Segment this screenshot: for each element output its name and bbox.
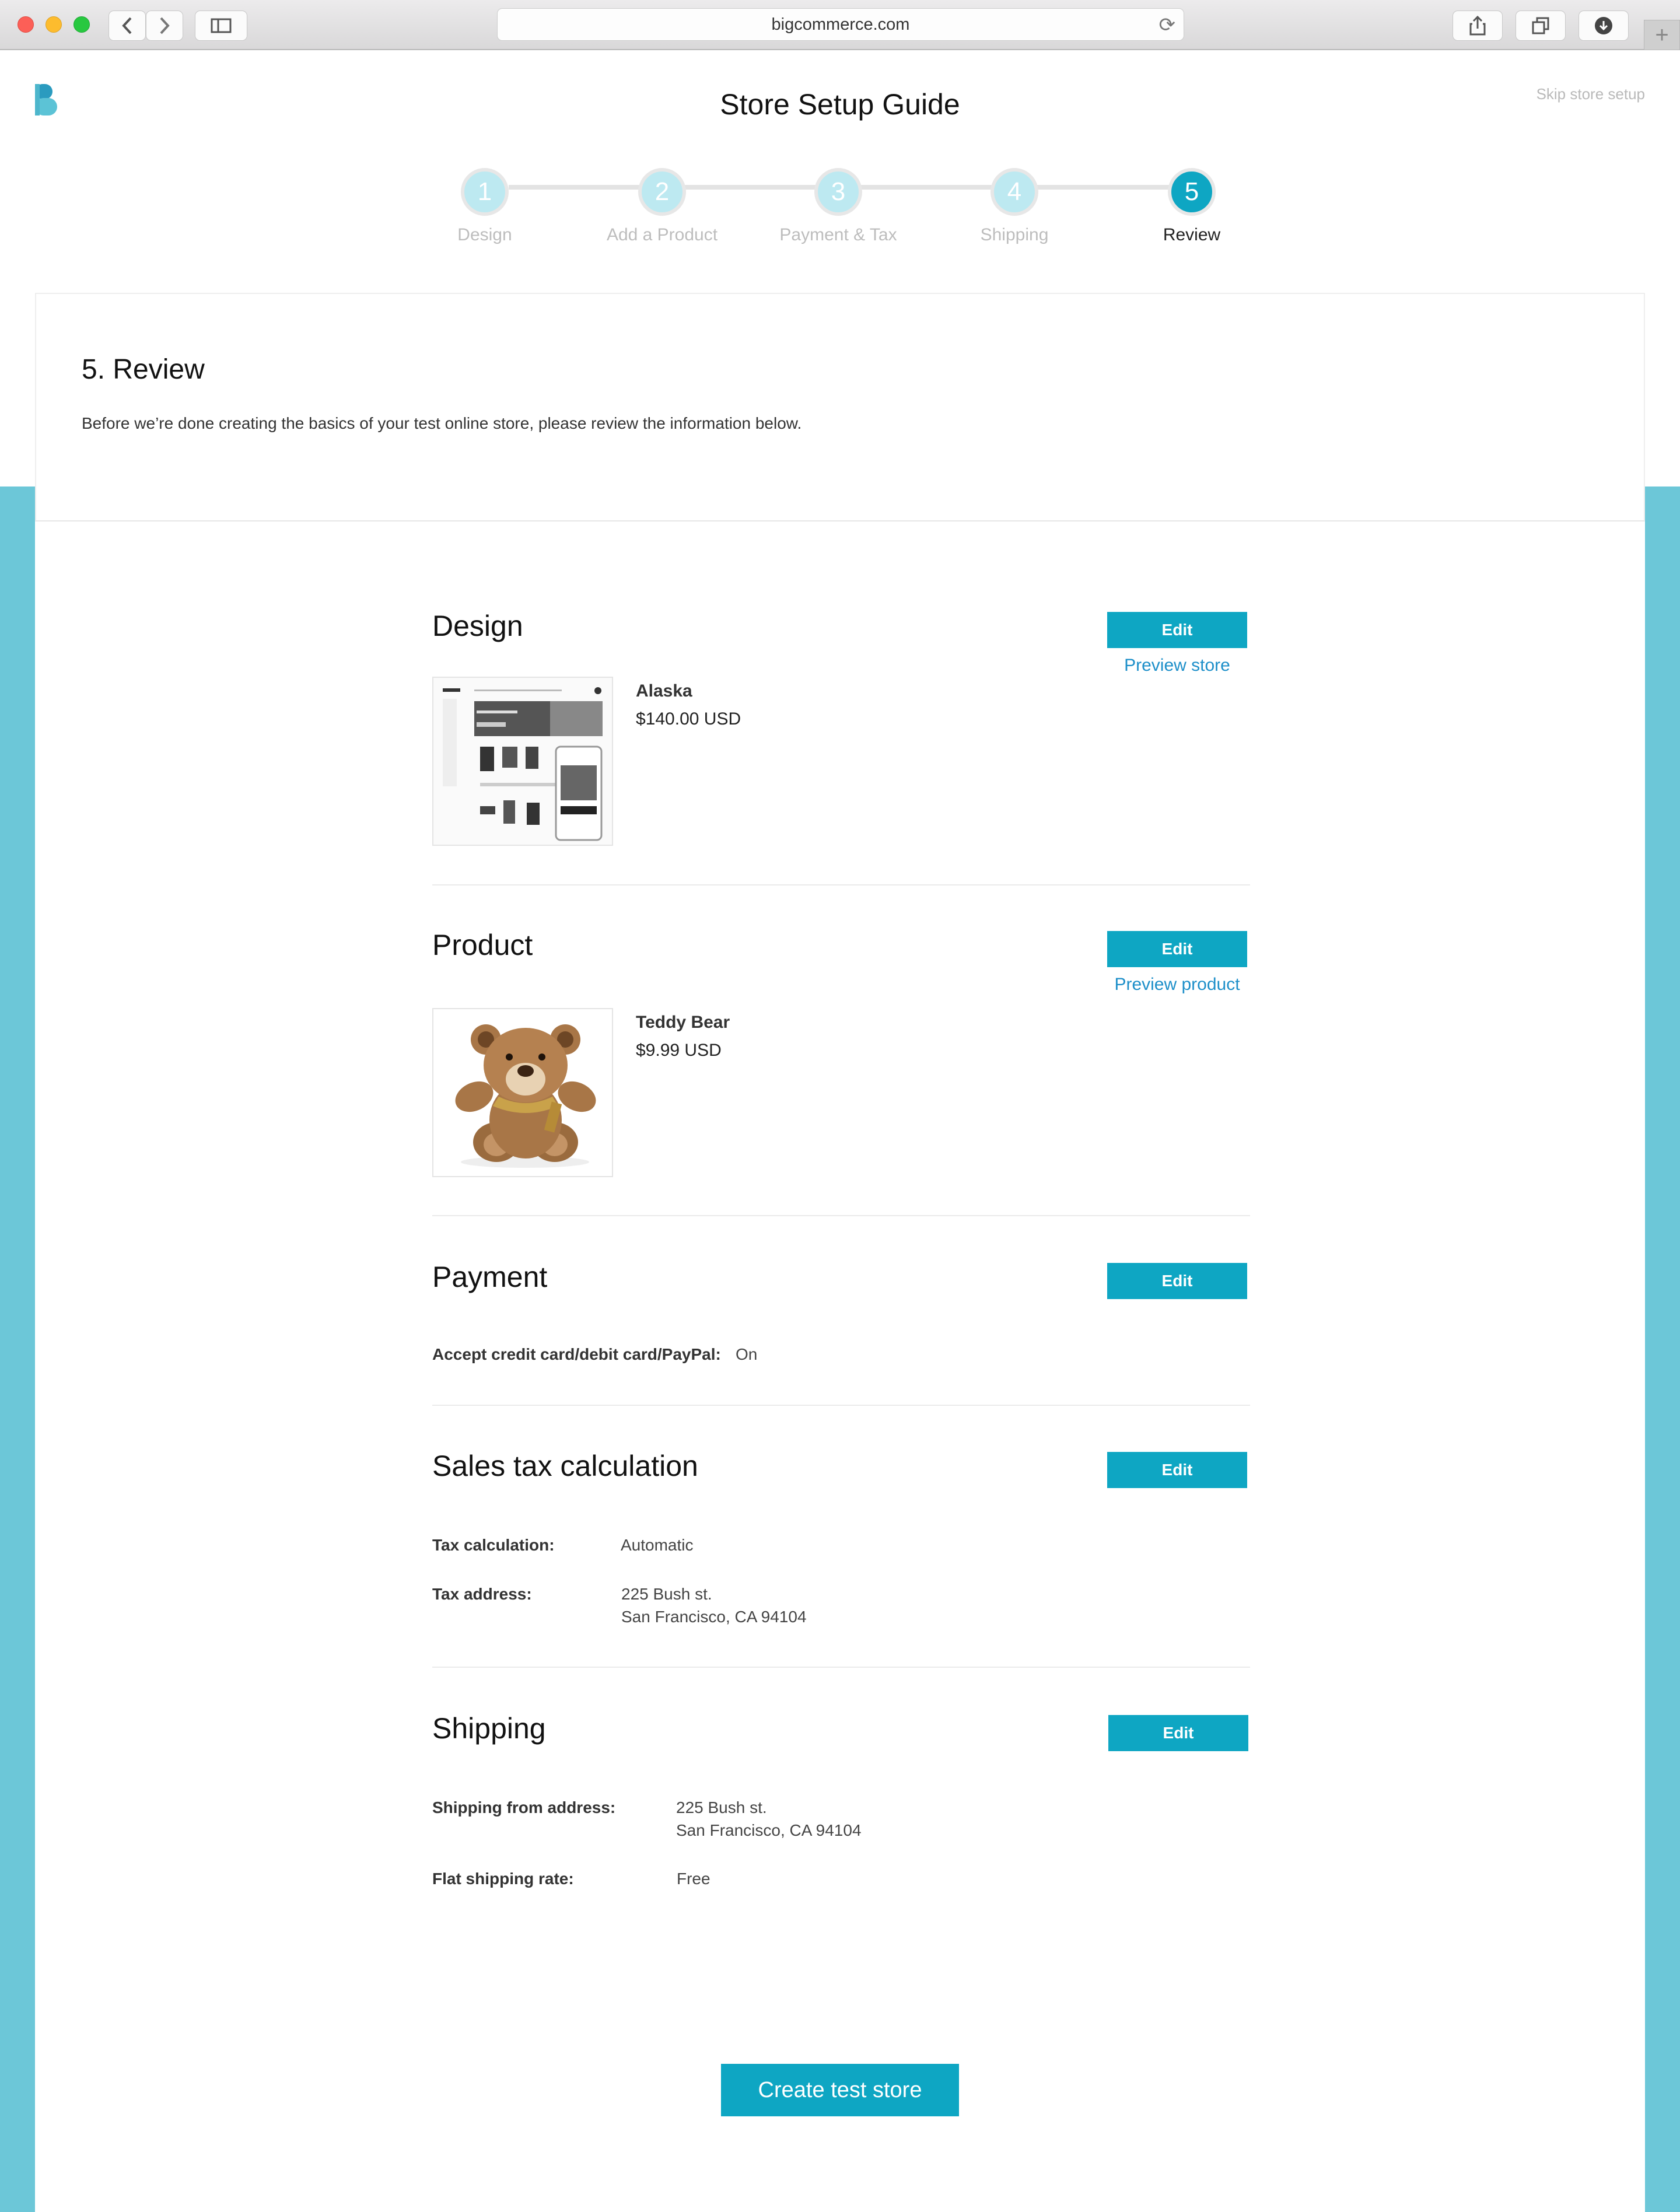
chevron-left-icon [122,17,132,34]
design-edit-button[interactable]: Edit [1107,612,1247,648]
step-3-circle[interactable]: 3 [814,168,862,216]
review-heading: 5. Review [82,354,205,385]
section-divider [432,1405,1250,1406]
create-test-store-button[interactable]: Create test store [721,2064,959,2116]
preview-store-link[interactable]: Preview store [1107,656,1247,676]
sidebar-icon [211,18,232,33]
payment-section-title: Payment [432,1261,548,1293]
step-2-circle[interactable]: 2 [638,168,686,216]
review-content-card [35,522,1645,2212]
payment-methods-value: On [736,1345,758,1363]
tabs-icon [1532,17,1549,34]
shipping-from-label: Shipping from address: [432,1798,616,1817]
share-button[interactable] [1452,10,1503,41]
forward-button[interactable] [146,10,183,41]
product-edit-button[interactable]: Edit [1107,931,1247,967]
flat-rate-label: Flat shipping rate: [432,1870,574,1888]
address-bar[interactable]: bigcommerce.com ⟳ [497,8,1184,41]
shipping-from-line-2: San Francisco, CA 94104 [676,1821,862,1839]
step-1-circle[interactable]: 1 [461,168,509,216]
step-1-label[interactable]: Design [397,225,572,245]
section-divider [432,1215,1250,1216]
back-button[interactable] [108,10,146,41]
zoom-window-button[interactable] [74,16,90,33]
step-3-label[interactable]: Payment & Tax [751,225,926,245]
payment-methods-label: Accept credit card/debit card/PayPal: [432,1345,721,1363]
design-section-title: Design [432,610,523,642]
theme-name: Alaska [636,681,692,701]
skip-store-setup-link[interactable]: Skip store setup [1493,85,1645,103]
new-tab-button[interactable]: + [1644,20,1680,50]
product-name: Teddy Bear [636,1013,730,1032]
sidebar-toggle-button[interactable] [195,10,247,41]
share-icon [1469,16,1486,36]
tax-calculation-label: Tax calculation: [432,1536,555,1554]
tabs-overview-button[interactable] [1516,10,1566,41]
step-4-circle[interactable]: 4 [991,168,1038,216]
theme-thumbnail[interactable] [432,677,613,846]
tax-calculation-value: Automatic [621,1536,694,1554]
theme-preview-image [433,678,612,845]
product-section-title: Product [432,929,533,961]
shipping-section-title: Shipping [432,1712,546,1745]
close-window-button[interactable] [18,16,34,33]
step-5-label[interactable]: Review [1104,225,1279,245]
page-title: Store Setup Guide [720,88,960,121]
step-5-circle[interactable]: 5 [1168,168,1216,216]
step-2-label[interactable]: Add a Product [575,225,750,245]
download-icon [1595,17,1612,34]
product-price: $9.99 USD [636,1041,722,1060]
downloads-button[interactable] [1578,10,1629,41]
review-description: Before we’re done creating the basics of… [82,414,802,432]
section-divider [432,884,1250,886]
chevron-right-icon [160,17,170,34]
tax-address-label: Tax address: [432,1585,532,1603]
product-thumbnail[interactable] [432,1008,613,1177]
shipping-edit-button[interactable]: Edit [1108,1715,1248,1751]
teddy-bear-image [433,1009,612,1176]
review-intro-card [35,293,1645,522]
tax-address-line-1: 225 Bush st. [621,1585,712,1603]
url-text: bigcommerce.com [771,15,910,34]
tax-edit-button[interactable]: Edit [1107,1452,1247,1488]
section-divider [432,1667,1250,1668]
flat-rate-value: Free [677,1870,710,1888]
reload-icon[interactable]: ⟳ [1159,13,1176,37]
step-4-label[interactable]: Shipping [927,225,1102,245]
browser-toolbar: bigcommerce.com ⟳ + [0,0,1680,50]
preview-product-link[interactable]: Preview product [1096,975,1259,995]
payment-edit-button[interactable]: Edit [1107,1263,1247,1299]
minimize-window-button[interactable] [46,16,62,33]
theme-price: $140.00 USD [636,709,741,729]
plus-icon: + [1655,22,1669,48]
tax-address-line-2: San Francisco, CA 94104 [621,1608,807,1626]
shipping-from-line-1: 225 Bush st. [676,1798,767,1817]
tax-section-title: Sales tax calculation [432,1450,698,1482]
